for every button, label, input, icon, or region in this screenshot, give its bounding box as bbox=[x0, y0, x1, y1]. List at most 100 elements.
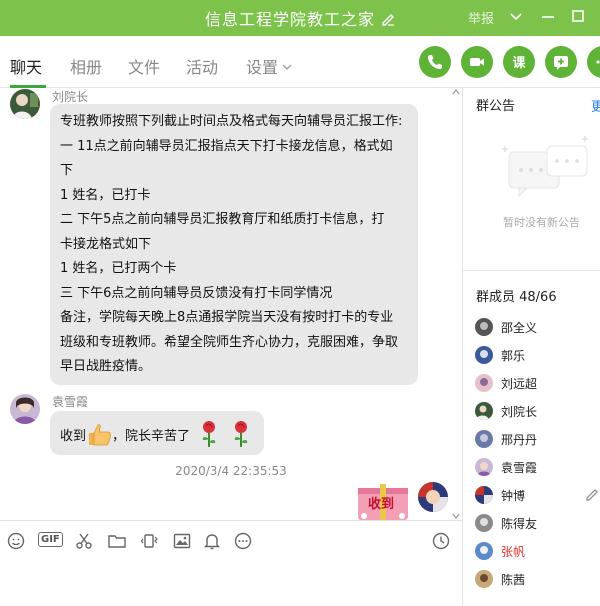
message-line: 1 姓名，已打卡 bbox=[60, 187, 151, 203]
shake-icon[interactable] bbox=[140, 531, 160, 551]
class-button[interactable]: 课 bbox=[503, 46, 535, 78]
member-name: 邢丹丹 bbox=[501, 433, 538, 447]
scroll-down-icon[interactable] bbox=[452, 512, 460, 520]
message-bubble[interactable]: 收到 ，院长辛苦了 bbox=[50, 411, 264, 455]
minimize-icon[interactable] bbox=[538, 6, 558, 26]
member-avatar bbox=[475, 402, 493, 420]
edit-name-icon[interactable] bbox=[381, 12, 395, 26]
video-camera-icon bbox=[470, 58, 484, 66]
member-item[interactable]: 郭乐 bbox=[475, 344, 600, 368]
rose-icon bbox=[202, 421, 216, 447]
message-bubble[interactable]: 专班教师按照下列截止时间点及格式每天向辅导员汇报工作: 一 11点之前向辅导员汇… bbox=[50, 104, 418, 385]
sticker-message[interactable]: 收到 bbox=[354, 482, 412, 520]
tab-album[interactable]: 相册 bbox=[70, 54, 102, 78]
member-item[interactable]: 刘远超 bbox=[475, 372, 600, 396]
report-button[interactable]: 举报 bbox=[468, 8, 494, 27]
title-bar: 信息工程学院教工之家 举报 bbox=[0, 0, 600, 36]
edit-icon[interactable] bbox=[585, 487, 599, 501]
member-name: 袁雪霞 bbox=[501, 461, 538, 475]
avatar[interactable] bbox=[10, 394, 40, 424]
sender-name: 袁雪霞 bbox=[52, 395, 89, 409]
clock-icon[interactable] bbox=[431, 531, 451, 551]
member-avatar bbox=[475, 570, 493, 588]
message-line: 三 下午6点之前向辅导员反馈没有打卡同学情况 bbox=[60, 285, 333, 301]
empty-notice-illustration bbox=[502, 136, 588, 198]
member-name: 邵全义 bbox=[501, 321, 538, 335]
sticker-text: 收到 bbox=[368, 497, 395, 512]
member-name: 郭乐 bbox=[501, 349, 526, 363]
avatar[interactable] bbox=[418, 482, 448, 512]
member-name: 张帆 bbox=[501, 545, 526, 559]
image-icon[interactable] bbox=[172, 531, 192, 551]
avatar[interactable] bbox=[10, 89, 40, 119]
chevron-down-icon[interactable] bbox=[506, 6, 526, 26]
rose-icon bbox=[235, 421, 248, 447]
member-item[interactable]: 陈茜 bbox=[475, 568, 600, 592]
notice-title: 群公告 bbox=[476, 99, 516, 114]
panel-divider bbox=[463, 270, 600, 271]
member-item[interactable]: 邢丹丹 bbox=[475, 428, 600, 452]
member-avatar bbox=[475, 458, 493, 476]
member-item[interactable]: 张帆 bbox=[475, 540, 600, 564]
message-line: 备注，学院每天晚上8点通报学院当天没有按时打卡的专业 bbox=[60, 310, 394, 325]
phone-icon bbox=[428, 55, 442, 69]
member-name: 刘远超 bbox=[501, 377, 538, 391]
message-line: 班级和专班教师。希望全院师生齐心协力，克服困难，争取 bbox=[60, 334, 399, 350]
member-name: 陈得友 bbox=[501, 517, 538, 531]
sender-name: 刘院长 bbox=[52, 90, 89, 104]
app-window: 信息工程学院教工之家 举报 聊天 相册 文件 活动 设置 课 刘院长 专班教师按… bbox=[0, 0, 600, 606]
message-line: 卡接龙格式如下 bbox=[60, 236, 152, 252]
more-button[interactable] bbox=[587, 46, 600, 78]
group-side-panel: 群公告 更 暂时没有新公告 群成员 48/66 邵全义 郭乐 刘远超 刘院长 邢… bbox=[462, 88, 600, 606]
message-line: 专班教师按照下列截止时间点及格式每天向辅导员汇报工作: bbox=[60, 114, 403, 129]
member-avatar bbox=[475, 430, 493, 448]
gif-icon[interactable]: GIF bbox=[38, 532, 63, 547]
more-icon bbox=[596, 60, 600, 64]
class-label: 课 bbox=[512, 56, 526, 71]
tab-settings[interactable]: 设置 bbox=[246, 54, 292, 78]
member-name: 刘院长 bbox=[501, 405, 538, 419]
voice-call-button[interactable] bbox=[419, 46, 451, 78]
message-text: ，院长辛苦了 bbox=[112, 429, 191, 444]
scroll-up-icon[interactable] bbox=[452, 88, 460, 96]
member-name: 钟博 bbox=[501, 489, 526, 503]
message-line: 下 bbox=[60, 163, 74, 178]
member-item[interactable]: 钟博 bbox=[475, 484, 600, 508]
message-line: 1 姓名，已打两个卡 bbox=[60, 261, 177, 276]
input-area[interactable]: GIF bbox=[0, 520, 462, 606]
folder-icon[interactable] bbox=[107, 531, 127, 551]
more-icon[interactable] bbox=[233, 531, 253, 551]
tab-activity[interactable]: 活动 bbox=[186, 54, 218, 78]
member-item[interactable]: 刘院长 bbox=[475, 400, 600, 424]
member-avatar bbox=[475, 318, 493, 336]
member-avatar bbox=[475, 542, 493, 560]
message-text: 收到 bbox=[60, 429, 87, 444]
maximize-icon[interactable] bbox=[568, 6, 588, 26]
member-avatar bbox=[475, 514, 493, 532]
tab-settings-label: 设置 bbox=[246, 58, 279, 77]
member-avatar bbox=[475, 346, 493, 364]
scissors-icon[interactable] bbox=[74, 531, 94, 551]
tab-bar: 聊天 相册 文件 活动 设置 课 bbox=[0, 36, 600, 88]
member-item[interactable]: 袁雪霞 bbox=[475, 456, 600, 480]
message-timestamp: 2020/3/4 22:35:53 bbox=[175, 464, 287, 478]
group-name: 信息工程学院教工之家 bbox=[204, 10, 375, 29]
notice-more-link[interactable]: 更 bbox=[591, 96, 600, 115]
bell-icon[interactable] bbox=[202, 531, 222, 551]
tab-chat[interactable]: 聊天 bbox=[10, 54, 42, 78]
message-line: 早日战胜疫情。 bbox=[60, 359, 152, 374]
video-call-button[interactable] bbox=[461, 46, 493, 78]
member-item[interactable]: 邵全义 bbox=[475, 316, 600, 340]
member-avatar bbox=[475, 374, 493, 392]
emoji-icon[interactable] bbox=[6, 531, 26, 551]
tab-files[interactable]: 文件 bbox=[128, 54, 160, 78]
message-line: 一 11点之前向辅导员汇报指点天下打卡接龙信息，格式如 bbox=[60, 138, 393, 154]
add-app-button[interactable] bbox=[545, 46, 577, 78]
member-item[interactable]: 陈得友 bbox=[475, 512, 600, 536]
member-avatar bbox=[475, 486, 493, 504]
member-name: 陈茜 bbox=[501, 573, 526, 587]
chat-area[interactable]: 刘院长 专班教师按照下列截止时间点及格式每天向辅导员汇报工作: 一 11点之前向… bbox=[0, 88, 462, 520]
add-message-icon bbox=[554, 56, 568, 70]
message-line: 二 下午5点之前向辅导员汇报教育厅和纸质打卡信息，打 bbox=[60, 212, 385, 227]
members-title: 群成员 48/66 bbox=[476, 290, 557, 305]
